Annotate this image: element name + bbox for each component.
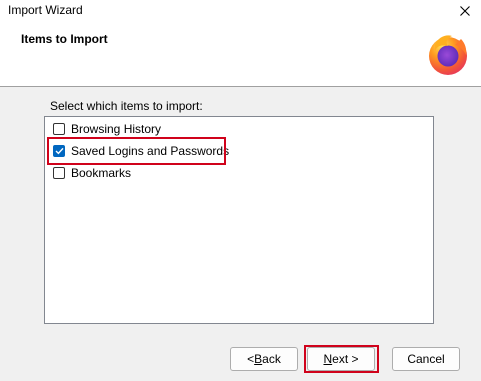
highlight-box-saved-logins (47, 137, 226, 165)
wizard-header: Items to Import (0, 22, 481, 87)
highlight-box-next (304, 345, 379, 373)
import-wizard-window: Import Wizard Items to Import Select whi… (0, 0, 481, 381)
close-button[interactable] (449, 0, 481, 22)
item-label: Bookmarks (71, 166, 132, 180)
firefox-logo-icon (429, 35, 467, 75)
cancel-button[interactable]: Cancel (392, 347, 460, 371)
list-item-browsing-history[interactable]: Browsing History (53, 120, 161, 138)
page-title: Items to Import (21, 32, 108, 46)
back-prefix: < (247, 352, 255, 366)
browsing-history-checkbox[interactable] (53, 123, 65, 135)
back-label-rest: ack (262, 352, 281, 366)
cancel-label: Cancel (407, 352, 445, 366)
item-label: Browsing History (71, 122, 162, 136)
list-item-bookmarks[interactable]: Bookmarks (53, 164, 131, 182)
back-button[interactable]: < Back (230, 347, 298, 371)
import-prompt: Select which items to import: (50, 99, 203, 113)
bookmarks-checkbox[interactable] (53, 167, 65, 179)
back-mnemonic: B (254, 352, 263, 366)
title-bar: Import Wizard (0, 0, 481, 22)
window-title: Import Wizard (8, 3, 83, 17)
close-icon (460, 6, 470, 16)
